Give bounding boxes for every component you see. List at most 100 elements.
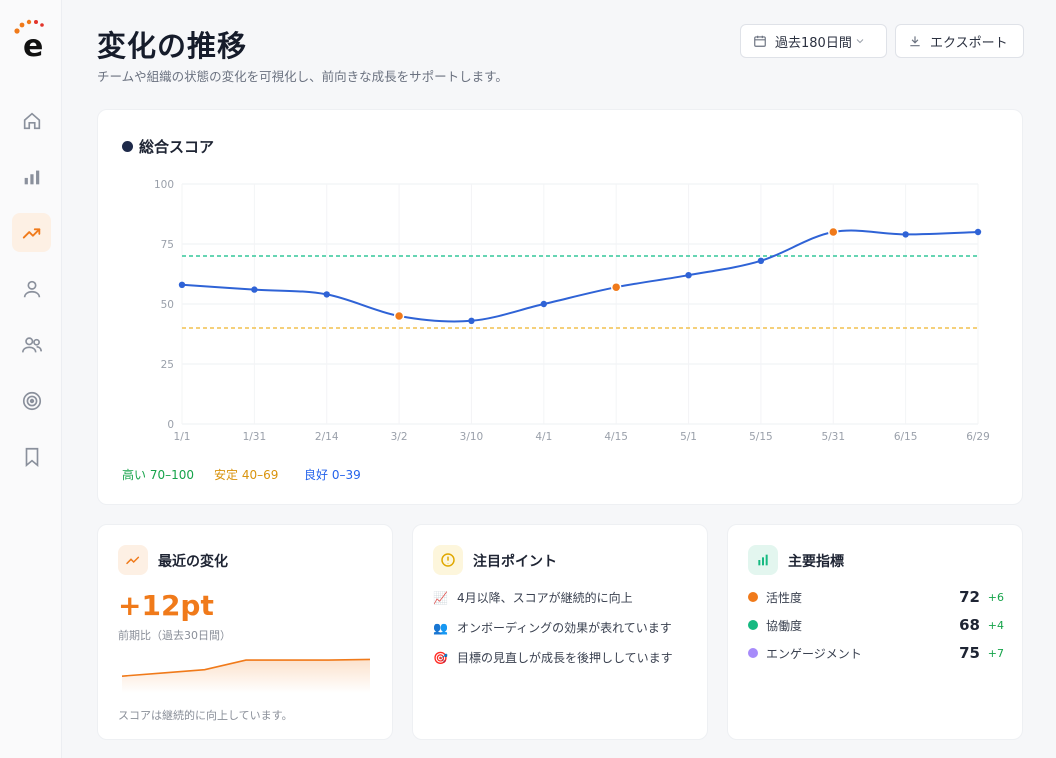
recent-change-compare: 前期比（過去30日間） xyxy=(118,629,231,642)
metric-delta: +6 xyxy=(987,590,1004,604)
metric-value: 75 xyxy=(959,644,980,662)
recent-change-title: 最近の変化 xyxy=(158,554,228,570)
metric-label: 協働度 xyxy=(766,618,803,633)
svg-text:e: e xyxy=(23,29,43,60)
recent-change-caption: スコアは継続的に向上しています。 xyxy=(118,709,293,722)
export-button-label: エクスポート xyxy=(930,35,1008,51)
target-icon: 🎯 xyxy=(433,650,448,665)
attention-item-text: 4月以降、スコアが継続的に向上 xyxy=(457,591,633,605)
attention-card: 注目ポイント 📈 4月以降、スコアが継続的に向上 👥 オンボーディングの効果が表… xyxy=(412,524,708,740)
x-tick-label: 4/15 xyxy=(604,431,628,443)
user-icon xyxy=(23,280,40,297)
metric-label: 活性度 xyxy=(766,590,803,605)
sidebar-item-goals[interactable] xyxy=(12,381,51,420)
chart-up-icon: 📈 xyxy=(433,590,448,605)
attention-item: 👥 オンボーディングの効果が表れています xyxy=(433,619,672,636)
trend-icon xyxy=(126,556,140,565)
metric-value: 72 xyxy=(959,588,980,606)
sidebar-item-profile[interactable] xyxy=(12,269,51,308)
attention-item: 📈 4月以降、スコアが継続的に向上 xyxy=(433,589,633,606)
x-tick-label: 4/1 xyxy=(535,431,552,443)
metric-delta: +7 xyxy=(987,646,1004,660)
calendar-icon xyxy=(754,35,766,47)
y-tick-label: 75 xyxy=(161,239,174,251)
metric-dot xyxy=(748,620,758,630)
bookmark-icon xyxy=(25,447,38,467)
sidebar: e xyxy=(0,0,62,758)
x-tick-label: 1/31 xyxy=(243,431,267,443)
app-logo[interactable]: e xyxy=(11,18,53,60)
page-title: 変化の推移 xyxy=(97,29,248,63)
page-subtitle: チームや組織の状態の変化を可視化し、前向きな成長をサポートします。 xyxy=(97,69,508,84)
sidebar-item-team[interactable] xyxy=(12,325,51,364)
attention-title: 注目ポイント xyxy=(473,554,557,570)
metric-label: エンゲージメント xyxy=(766,646,862,661)
attention-item-text: オンボーディングの効果が表れています xyxy=(457,621,672,635)
metric-dot xyxy=(748,648,758,658)
highlight-point xyxy=(828,226,839,238)
sidebar-item-trends[interactable] xyxy=(12,213,51,252)
x-tick-label: 6/15 xyxy=(894,431,918,443)
sidebar-item-saved[interactable] xyxy=(12,437,51,476)
metric-row-collaboration: 協働度 68 +4 xyxy=(748,615,1004,635)
x-tick-label: 5/31 xyxy=(821,431,845,443)
period-select-label: 過去180日間 xyxy=(775,35,852,51)
metric-value: 68 xyxy=(959,616,980,634)
data-point xyxy=(974,228,982,236)
users-icon xyxy=(21,336,42,352)
data-point xyxy=(323,291,330,298)
bar-chart-icon xyxy=(758,554,768,566)
recent-change-card: 最近の変化 +12pt 前期比（過去30日間） スコアは継続的に向上しています。 xyxy=(97,524,393,740)
trend-icon xyxy=(22,227,40,238)
metrics-title: 主要指標 xyxy=(788,554,844,570)
x-tick-label: 3/10 xyxy=(460,431,484,443)
score-line-chart[interactable]: 0 25 50 75 100 1/1 1/31 2/14 3/2 3/10 4/1 4/15 5/1 5/… xyxy=(98,110,1024,506)
y-tick-label: 25 xyxy=(161,359,174,371)
period-select[interactable]: 過去180日間 xyxy=(740,24,887,58)
data-point xyxy=(468,317,475,324)
y-tick-label: 0 xyxy=(167,419,174,431)
legend-stable: 安定 40–69 xyxy=(214,468,279,482)
legend-good: 良好 0–39 xyxy=(304,468,361,482)
recent-change-value: +12pt xyxy=(118,589,214,622)
bar-chart-icon xyxy=(24,170,39,184)
data-point xyxy=(540,300,548,308)
recent-change-icon-box xyxy=(118,545,148,575)
x-tick-label: 5/1 xyxy=(680,431,697,443)
x-tick-label: 1/1 xyxy=(174,431,191,443)
sidebar-item-home[interactable] xyxy=(12,101,51,140)
metric-row-activity: 活性度 72 +6 xyxy=(748,587,1004,607)
attention-icon-box xyxy=(433,545,463,575)
x-tick-label: 2/14 xyxy=(315,431,339,443)
data-point xyxy=(251,286,258,293)
x-tick-label: 3/2 xyxy=(391,431,408,443)
data-point xyxy=(685,272,692,279)
highlight-point xyxy=(393,310,405,322)
metrics-card: 主要指標 活性度 72 +6 協働度 68 +4 エンゲージメント 75 +7 xyxy=(727,524,1023,740)
x-tick-label: 6/29 xyxy=(966,431,990,443)
data-point xyxy=(902,231,909,238)
score-chart-card: 総合スコア 0 25 50 75 100 1/1 1/31 2/14 3/2 3/10 4/1 4/1… xyxy=(97,109,1023,505)
alert-circle-icon xyxy=(441,553,455,567)
highlight-point xyxy=(610,281,622,293)
export-button[interactable]: エクスポート xyxy=(895,24,1024,58)
data-point xyxy=(757,257,765,264)
recent-change-sparkline xyxy=(122,658,370,693)
data-point xyxy=(178,281,186,288)
attention-item: 🎯 目標の見直しが成長を後押ししています xyxy=(433,649,673,666)
people-icon: 👥 xyxy=(433,620,448,635)
home-icon xyxy=(23,112,40,129)
attention-item-text: 目標の見直しが成長を後押ししています xyxy=(457,651,673,665)
y-tick-label: 100 xyxy=(154,179,174,191)
sparkline-area xyxy=(122,659,370,693)
metrics-icon-box xyxy=(748,545,778,575)
x-tick-label: 5/15 xyxy=(749,431,773,443)
metric-delta: +4 xyxy=(987,618,1004,632)
sidebar-item-reports[interactable] xyxy=(12,157,51,196)
y-tick-label: 50 xyxy=(161,299,174,311)
download-icon xyxy=(910,36,920,47)
chevron-down-icon xyxy=(856,39,864,44)
target-icon xyxy=(22,391,41,410)
legend-high: 高い 70–100 xyxy=(122,468,194,482)
metric-row-engagement: エンゲージメント 75 +7 xyxy=(748,643,1004,663)
